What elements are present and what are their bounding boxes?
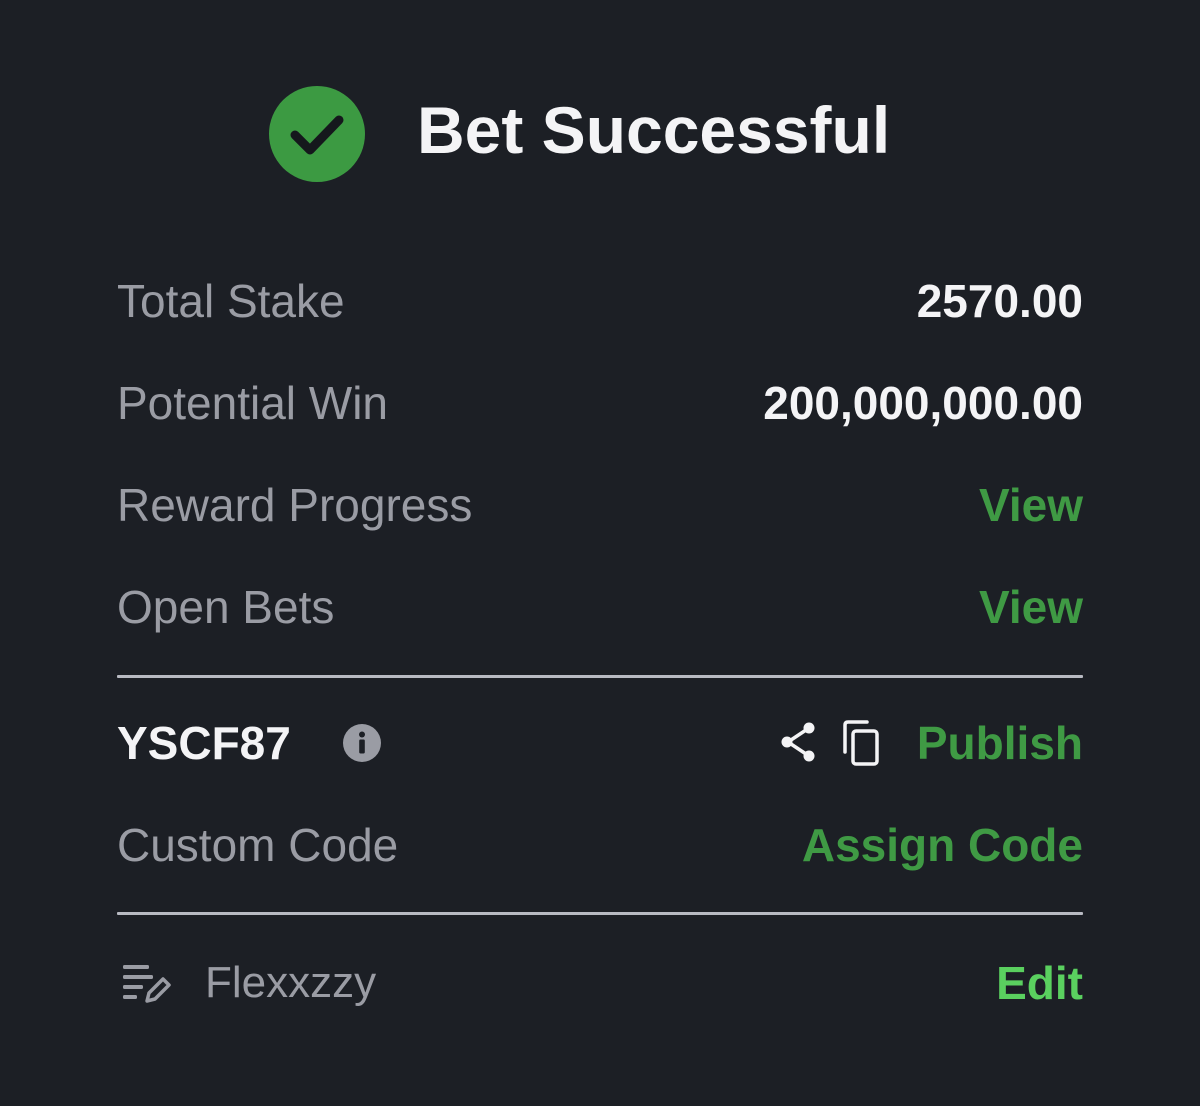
info-icon[interactable] (343, 724, 381, 762)
note-row: Flexxzzy Edit (117, 953, 1083, 1013)
open-bets-label: Open Bets (117, 581, 335, 633)
note-edit-icon (123, 965, 171, 1003)
total-stake-value: 2570.00 (916, 275, 1083, 327)
potential-win-value: 200,000,000.00 (763, 377, 1083, 429)
reward-progress-view-link[interactable]: View (979, 475, 1083, 535)
divider (117, 912, 1083, 915)
publish-button[interactable]: Publish (917, 713, 1083, 773)
reward-progress-row: Reward Progress View (117, 475, 1083, 535)
custom-code-label: Custom Code (117, 819, 399, 871)
check-circle-icon (269, 86, 365, 182)
note-text: Flexxzzy (205, 958, 377, 1007)
potential-win-row: Potential Win 200,000,000.00 (117, 373, 1083, 433)
potential-win-label: Potential Win (117, 377, 389, 429)
status-header: Bet Successful (0, 80, 1200, 182)
copy-icon[interactable] (839, 719, 881, 767)
page-title: Bet Successful (417, 93, 891, 167)
assign-code-button[interactable]: Assign Code (802, 815, 1083, 875)
total-stake-label: Total Stake (117, 275, 345, 327)
open-bets-row: Open Bets View (117, 577, 1083, 637)
open-bets-view-link[interactable]: View (979, 577, 1083, 637)
booking-code-row: YSCF87 Publish (117, 713, 1083, 773)
custom-code-row: Custom Code Assign Code (117, 815, 1083, 875)
share-icon[interactable] (778, 719, 818, 765)
booking-code: YSCF87 (117, 717, 291, 769)
total-stake-row: Total Stake 2570.00 (117, 271, 1083, 331)
divider (117, 675, 1083, 678)
edit-button[interactable]: Edit (996, 953, 1083, 1013)
reward-progress-label: Reward Progress (117, 479, 473, 531)
